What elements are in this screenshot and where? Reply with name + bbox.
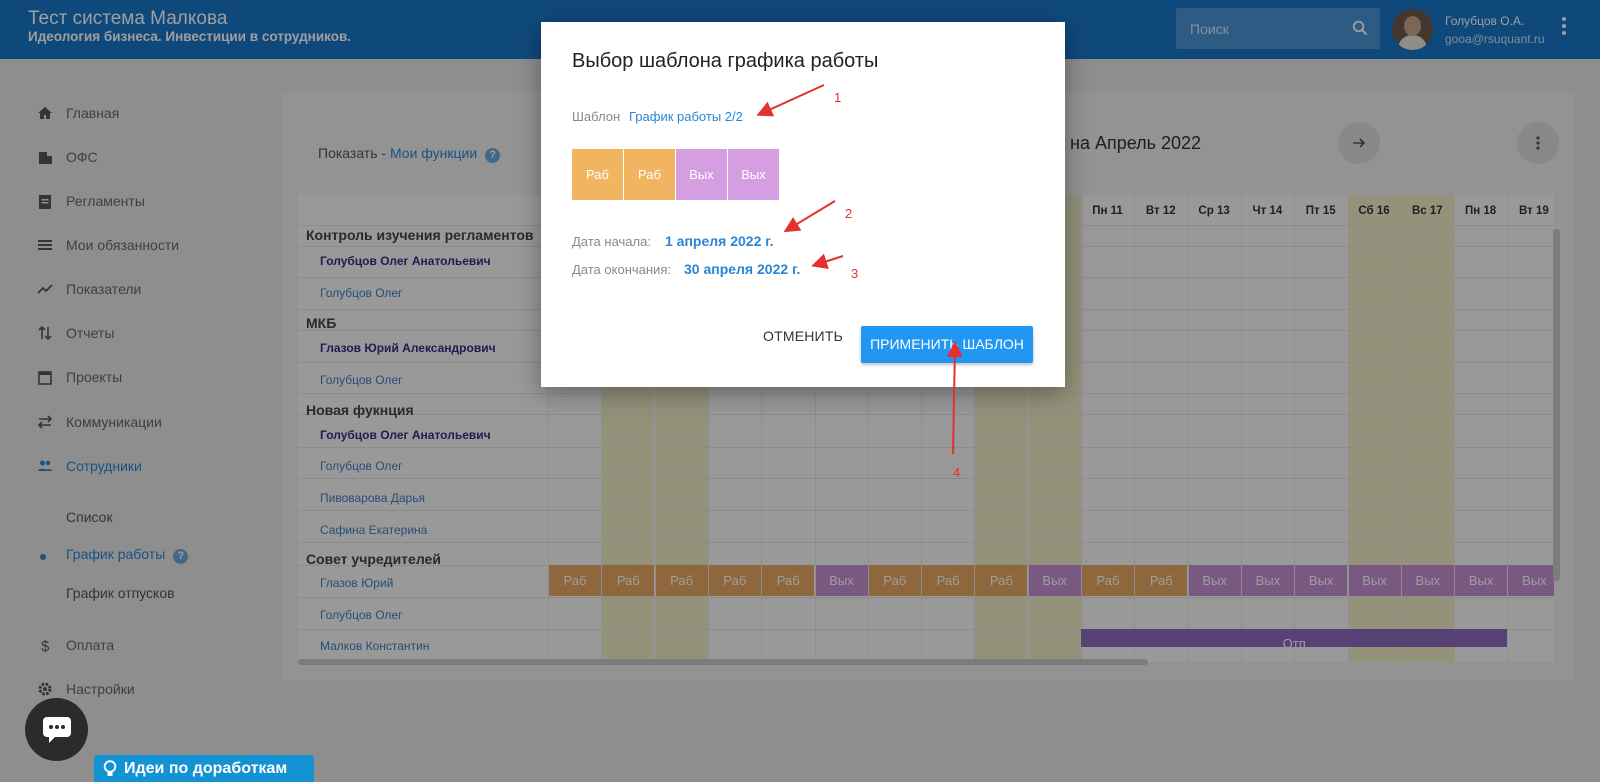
ideas-label: Идеи по доработкам <box>124 760 288 777</box>
ideas-button[interactable]: Идеи по доработкам <box>94 755 314 782</box>
lightbulb-icon <box>103 760 117 782</box>
annotation-3: 3 <box>851 266 859 281</box>
annotation-1: 1 <box>834 90 842 105</box>
template-day: Вых <box>676 149 727 200</box>
annotation-2: 2 <box>845 206 853 221</box>
apply-template-button[interactable]: ПРИМЕНИТЬ ШАБЛОН <box>861 326 1033 363</box>
chat-icon <box>42 716 71 743</box>
template-dialog: Выбор шаблона графика работы Шаблон Граф… <box>541 22 1065 387</box>
template-day: Раб <box>572 149 623 200</box>
template-day: Раб <box>624 149 675 200</box>
template-label: Шаблон <box>572 109 621 124</box>
end-date-label: Дата окончания: <box>572 262 671 277</box>
end-date-picker[interactable]: 30 апреля 2022 г. <box>684 261 800 277</box>
template-day: Вых <box>728 149 779 200</box>
start-date-label: Дата начала: <box>572 234 651 249</box>
annotation-4: 4 <box>953 465 961 480</box>
dialog-title: Выбор шаблона графика работы <box>572 50 879 72</box>
template-select[interactable]: График работы 2/2 <box>629 109 743 124</box>
chat-button[interactable] <box>25 698 88 761</box>
start-date-picker[interactable]: 1 апреля 2022 г. <box>665 233 774 249</box>
cancel-button[interactable]: ОТМЕНИТЬ <box>763 328 843 344</box>
